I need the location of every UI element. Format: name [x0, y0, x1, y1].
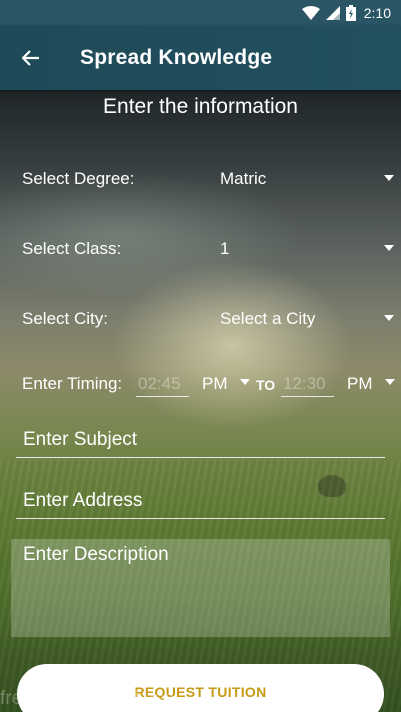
end-ampm-dropdown[interactable]: PM	[343, 369, 401, 397]
chevron-down-icon	[384, 315, 394, 321]
degree-row: Select Degree: Matric	[0, 165, 401, 195]
timing-row: Enter Timing: 02:45 PM TO 12:30 PM	[0, 369, 401, 399]
watermark: free for personal use	[0, 688, 175, 709]
battery-icon	[345, 5, 356, 21]
city-dropdown[interactable]: Select a City	[212, 305, 401, 335]
subject-input[interactable]: Enter Subject	[16, 424, 385, 458]
form-heading: Enter the information	[103, 95, 298, 118]
chevron-down-icon	[384, 245, 394, 251]
city-label: Select City:	[22, 309, 108, 328]
start-time-input[interactable]: 02:45	[136, 369, 189, 397]
status-time: 2:10	[363, 5, 391, 21]
app-bar: Spread Knowledge	[0, 26, 401, 90]
city-row: Select City: Select a City	[0, 305, 401, 335]
chevron-down-icon	[384, 175, 394, 181]
start-ampm-dropdown[interactable]: PM	[198, 369, 254, 397]
address-input[interactable]: Enter Address	[16, 485, 385, 519]
class-dropdown[interactable]: 1	[212, 235, 401, 265]
signal-icon	[325, 6, 340, 20]
start-ampm-value: PM	[202, 374, 228, 393]
wifi-icon	[301, 6, 320, 20]
chevron-down-icon	[385, 379, 395, 385]
city-selected-value: Select a City	[220, 309, 316, 328]
time-separator: TO	[256, 377, 276, 393]
end-ampm-value: PM	[347, 374, 373, 393]
status-bar: 2:10	[0, 0, 401, 26]
arrow-back-icon	[22, 50, 39, 66]
class-selected-value: 1	[220, 239, 230, 258]
class-row: Select Class: 1	[0, 235, 401, 265]
back-button[interactable]	[0, 26, 62, 90]
status-icons	[301, 5, 356, 21]
timing-label: Enter Timing:	[22, 374, 123, 393]
chevron-down-icon	[240, 379, 250, 385]
degree-selected-value: Matric	[220, 169, 267, 188]
degree-dropdown[interactable]: Matric	[212, 165, 401, 195]
class-label: Select Class:	[22, 239, 122, 258]
app-title: Spread Knowledge	[80, 46, 273, 69]
degree-label: Select Degree:	[22, 169, 135, 188]
description-textarea[interactable]: Enter Description	[11, 539, 390, 637]
end-time-input[interactable]: 12:30	[281, 369, 334, 397]
